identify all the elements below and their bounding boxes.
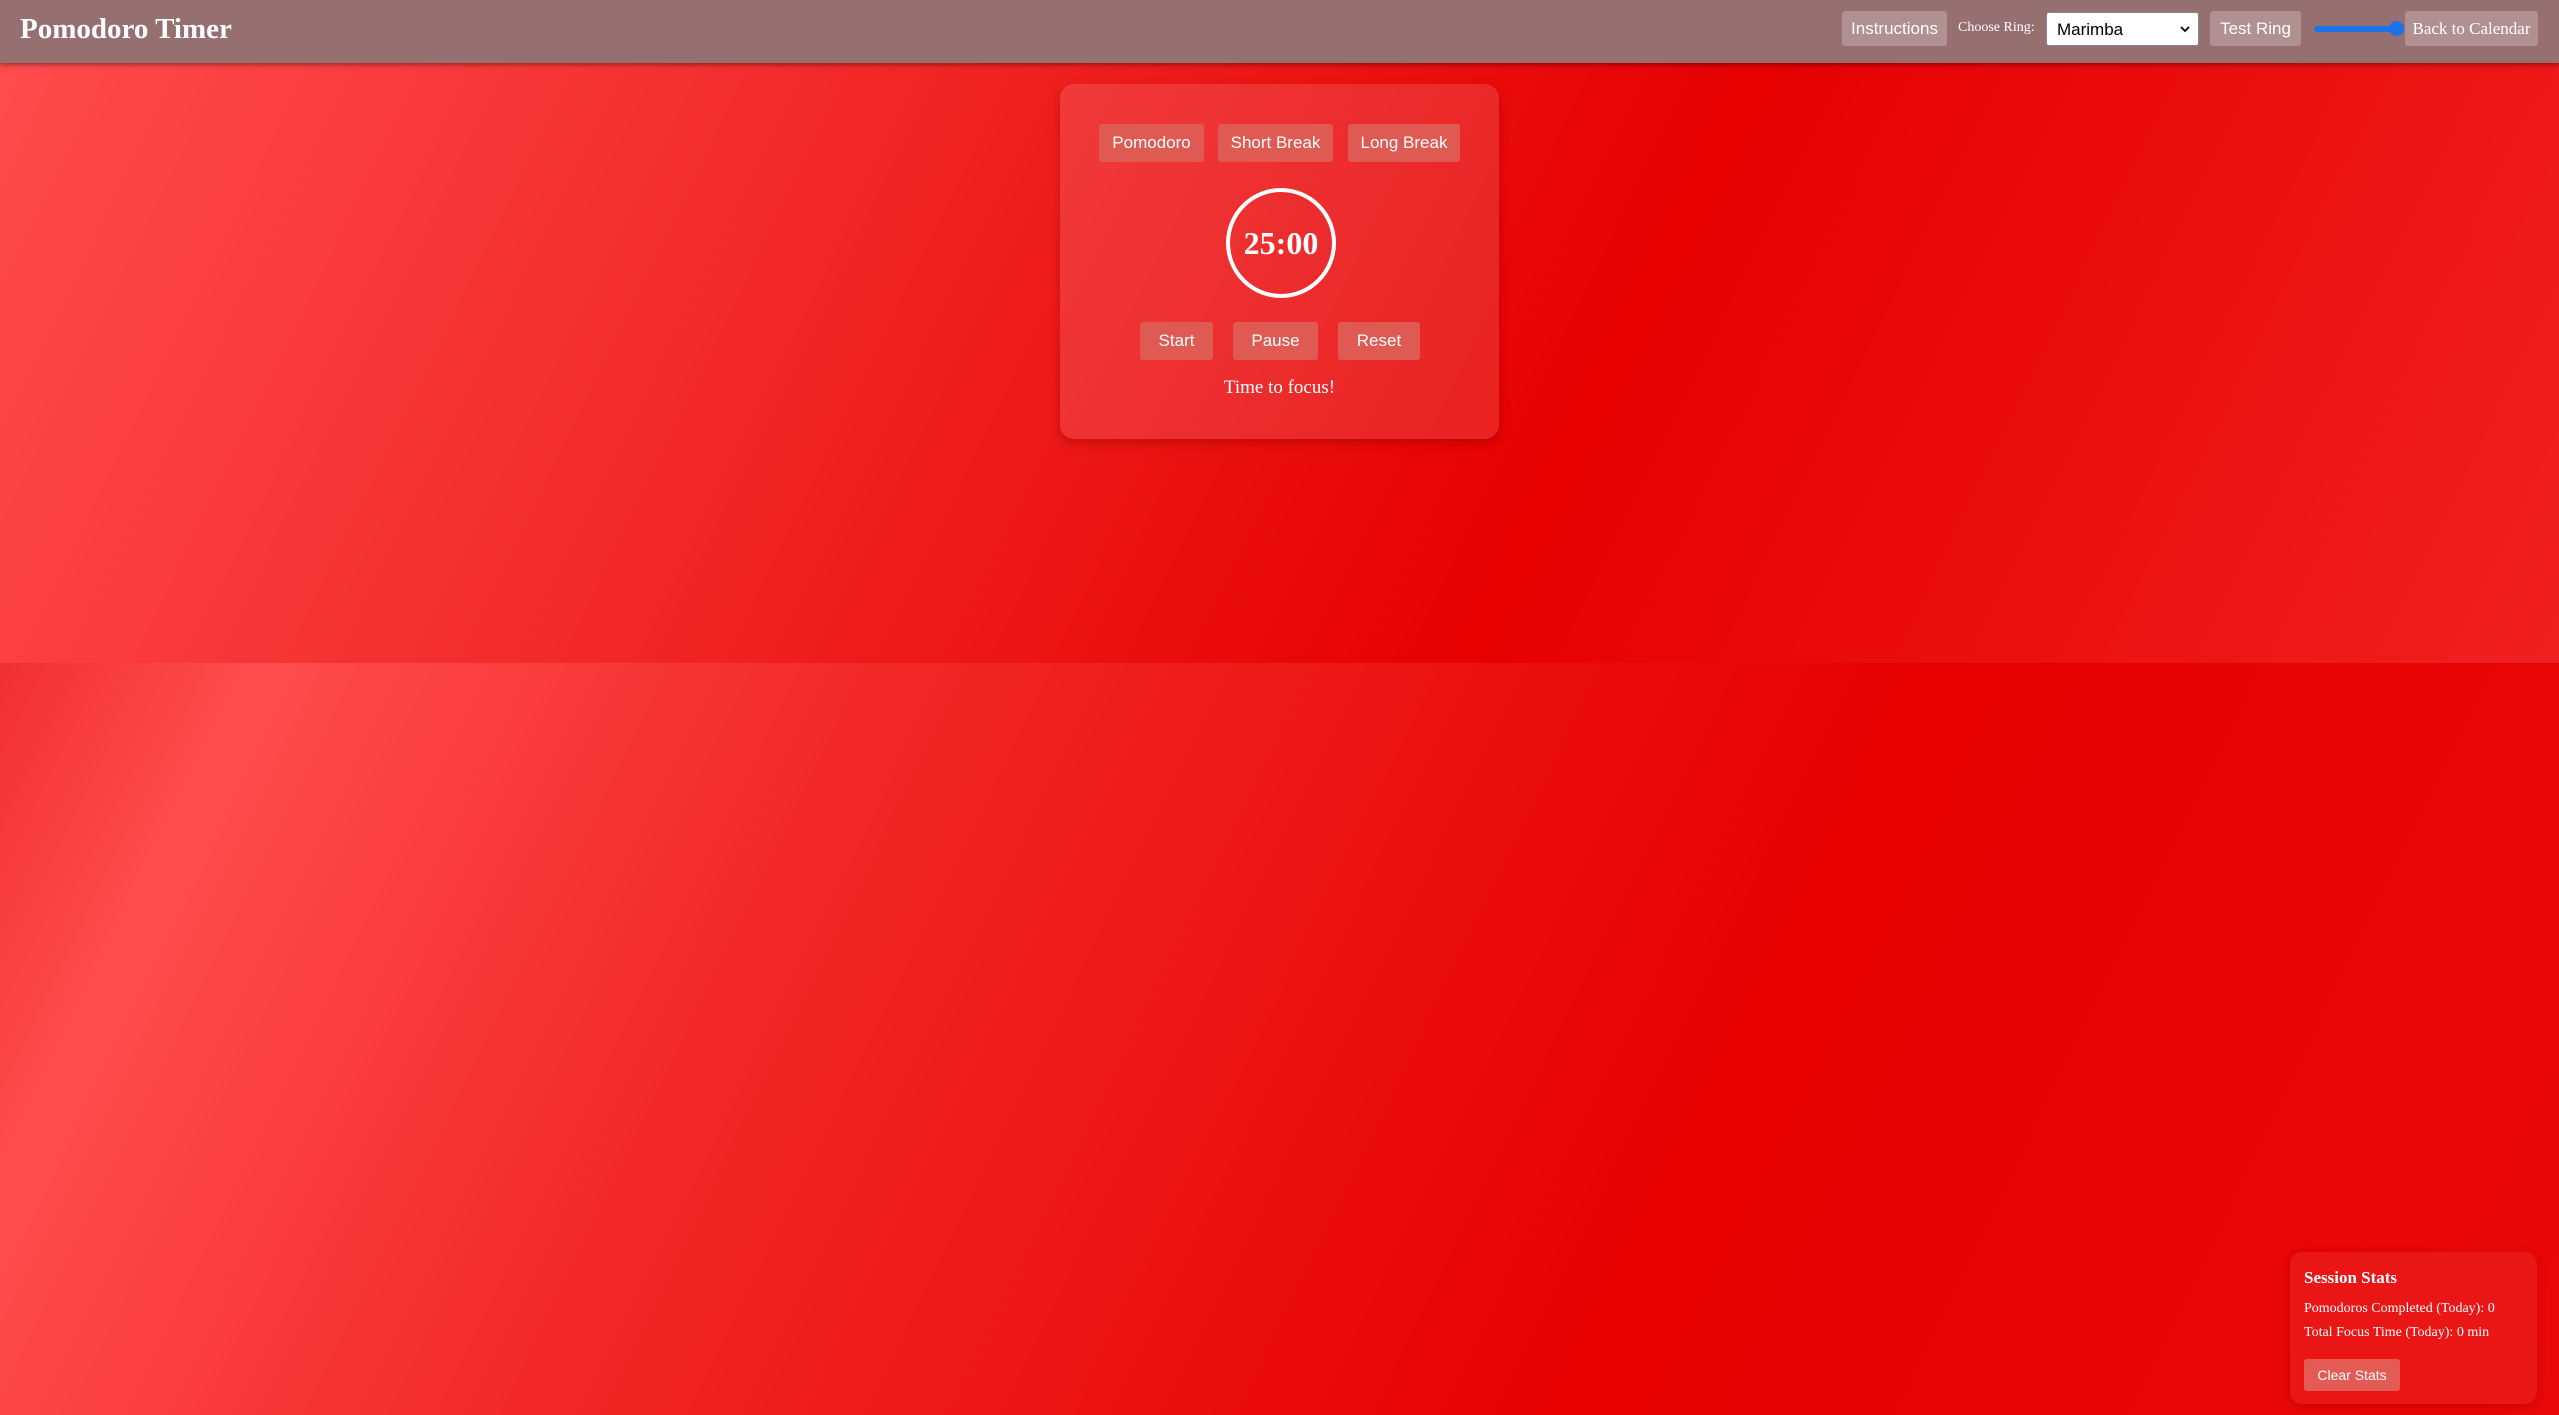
volume-slider-track — [2314, 26, 2396, 32]
mode-long-break-button[interactable]: Long Break — [1348, 124, 1460, 162]
timer-card: Pomodoro Short Break Long Break 25:00 St… — [1060, 84, 1499, 439]
timer-status-message: Time to focus! — [1223, 377, 1336, 398]
session-stats-title: Session Stats — [2304, 1268, 2398, 1287]
total-focus-time-stat: Total Focus Time (Today): 0 min — [2304, 1325, 2490, 1340]
start-button[interactable]: Start — [1140, 322, 1213, 360]
chevron-down-icon — [2180, 26, 2190, 33]
test-ring-button[interactable]: Test Ring — [2210, 11, 2301, 46]
timer-display: 25:00 — [1243, 225, 1319, 261]
ring-select-value: Marimba — [2057, 20, 2124, 39]
background-lower — [0, 663, 2559, 1415]
volume-slider-thumb[interactable] — [2389, 21, 2404, 36]
mode-pomodoro-button[interactable]: Pomodoro — [1099, 124, 1204, 162]
volume-slider[interactable] — [2314, 21, 2404, 36]
pause-button[interactable]: Pause — [1233, 322, 1318, 360]
clear-stats-button[interactable]: Clear Stats — [2304, 1359, 2400, 1391]
instructions-button[interactable]: Instructions — [1842, 11, 1947, 46]
session-stats-panel: Session Stats Pomodoros Completed (Today… — [2290, 1252, 2537, 1404]
pomodoros-completed-stat: Pomodoros Completed (Today): 0 — [2304, 1301, 2495, 1316]
timer-circle: 25:00 — [1226, 188, 1336, 298]
ring-select[interactable]: Marimba — [2046, 12, 2199, 46]
choose-ring-label: Choose Ring: — [1958, 20, 2035, 35]
mode-short-break-button[interactable]: Short Break — [1218, 124, 1333, 162]
top-bar: Pomodoro Timer Instructions Choose Ring:… — [0, 0, 2559, 63]
reset-button[interactable]: Reset — [1338, 322, 1420, 360]
app-title: Pomodoro Timer — [20, 13, 232, 45]
back-to-calendar-button[interactable]: Back to Calendar — [2405, 11, 2538, 46]
